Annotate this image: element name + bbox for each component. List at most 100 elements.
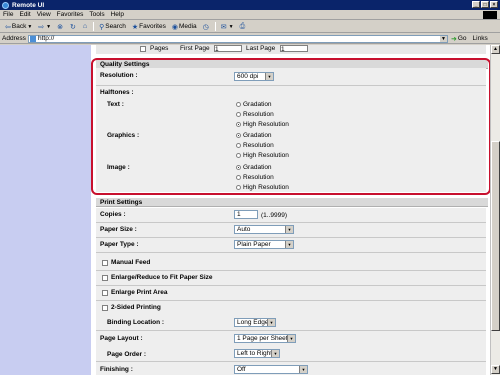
enlarge-reduce-label: Enlarge/Reduce to Fit Paper Size bbox=[111, 274, 213, 281]
forward-button[interactable]: ⇨ ▼ bbox=[35, 22, 54, 32]
last-page-label: Last Page bbox=[246, 45, 276, 52]
toolbar-separator bbox=[214, 22, 216, 31]
print-button[interactable]: ⎙ bbox=[237, 22, 250, 32]
page-order-label: Page Order : bbox=[107, 351, 147, 358]
menu-view[interactable]: View bbox=[34, 11, 54, 18]
paper-size-select[interactable]: Auto ▼ bbox=[234, 225, 294, 234]
forward-arrow-icon: ⇨ bbox=[38, 23, 45, 31]
finishing-label: Finishing : bbox=[100, 366, 133, 373]
divider bbox=[96, 237, 486, 238]
address-value: http:// bbox=[38, 35, 55, 42]
chevron-down-icon: ▼ bbox=[271, 350, 279, 357]
go-arrow-icon: ➜ bbox=[451, 35, 457, 43]
address-input[interactable]: http:// ▼ bbox=[28, 34, 448, 43]
address-bar: Address http:// ▼ ➜ Go Links bbox=[0, 34, 500, 44]
go-button[interactable]: ➜ Go bbox=[451, 35, 467, 43]
window-titlebar: Remote UI _ □ × bbox=[0, 0, 500, 10]
copies-range: (1..9999) bbox=[261, 212, 288, 219]
two-sided-label: 2-Sided Printing bbox=[111, 304, 161, 311]
minimize-button[interactable]: _ bbox=[472, 1, 480, 8]
menu-bar: File Edit View Favorites Tools Help bbox=[0, 10, 500, 20]
page-icon bbox=[30, 35, 36, 42]
menu-file[interactable]: File bbox=[0, 11, 16, 18]
browser-toolbar: ⇦ Back ▼ ⇨ ▼ ⊗ ↻ ⌂ ⚲ Search ★ Favorites ◉ Medi… bbox=[0, 21, 500, 33]
enlarge-reduce-checkbox[interactable]: Enlarge/Reduce to Fit Paper Size bbox=[102, 274, 213, 281]
browser-icon bbox=[2, 1, 9, 9]
enlarge-print-area-checkbox[interactable]: Enlarge Print Area bbox=[102, 289, 167, 296]
close-button[interactable]: × bbox=[490, 1, 498, 8]
divider bbox=[96, 270, 486, 271]
toolbar-separator bbox=[93, 22, 95, 31]
checkbox-icon bbox=[102, 259, 108, 266]
favorites-button[interactable]: ★ Favorites bbox=[129, 22, 169, 32]
finishing-select[interactable]: Off ▼ bbox=[234, 365, 308, 374]
scroll-up-icon[interactable]: ▲ bbox=[491, 45, 500, 54]
chevron-down-icon: ▼ bbox=[267, 319, 275, 326]
history-icon: ◷ bbox=[202, 23, 209, 31]
search-icon: ⚲ bbox=[99, 23, 105, 31]
links-button[interactable]: Links bbox=[473, 35, 488, 42]
checkbox-icon bbox=[102, 274, 108, 281]
chevron-down-icon: ▼ bbox=[46, 23, 52, 30]
page-range-row: Pages First Page 1 Last Page 1 bbox=[96, 45, 486, 54]
pages-checkbox[interactable] bbox=[140, 46, 146, 52]
first-page-input[interactable]: 1 bbox=[214, 45, 242, 53]
enlarge-print-area-label: Enlarge Print Area bbox=[111, 289, 168, 296]
mail-icon: ✉ bbox=[220, 23, 227, 31]
paper-size-label: Paper Size : bbox=[100, 226, 137, 233]
chevron-down-icon: ▼ bbox=[27, 23, 33, 30]
menu-favorites[interactable]: Favorites bbox=[54, 11, 87, 18]
first-page-label: First Page bbox=[180, 45, 210, 52]
paper-type-select[interactable]: Plain Paper ▼ bbox=[234, 240, 294, 249]
divider bbox=[96, 222, 486, 223]
scrollbar-thumb[interactable] bbox=[491, 141, 500, 331]
chevron-down-icon[interactable]: ▼ bbox=[440, 35, 447, 42]
checkbox-icon bbox=[102, 289, 108, 296]
two-sided-checkbox[interactable]: 2-Sided Printing bbox=[102, 304, 161, 311]
favorites-label: Favorites bbox=[139, 23, 166, 30]
checkbox-icon bbox=[102, 304, 108, 311]
media-button[interactable]: ◉ Media bbox=[169, 22, 200, 32]
go-label: Go bbox=[457, 35, 467, 42]
back-button[interactable]: ⇦ Back ▼ bbox=[2, 22, 35, 32]
manual-feed-checkbox[interactable]: Manual Feed bbox=[102, 259, 150, 266]
divider bbox=[96, 285, 486, 286]
menu-tools[interactable]: Tools bbox=[86, 11, 107, 18]
paper-size-value: Auto bbox=[237, 226, 251, 233]
history-button[interactable]: ◷ bbox=[200, 22, 213, 32]
page-order-select[interactable]: Left to Right ▼ bbox=[234, 349, 280, 358]
divider bbox=[96, 330, 486, 331]
home-button[interactable]: ⌂ bbox=[80, 22, 91, 32]
window-title: Remote UI bbox=[12, 1, 45, 9]
divider bbox=[96, 252, 486, 253]
star-icon: ★ bbox=[131, 23, 139, 31]
back-label: Back bbox=[11, 23, 27, 30]
refresh-button[interactable]: ↻ bbox=[67, 22, 80, 32]
chevron-down-icon: ▼ bbox=[285, 226, 293, 233]
print-settings-header: Print Settings bbox=[96, 198, 488, 207]
search-button[interactable]: ⚲ Search bbox=[96, 22, 129, 32]
maximize-button[interactable]: □ bbox=[481, 1, 489, 8]
page-layout-value: 1 Page per Sheet bbox=[237, 335, 288, 342]
binding-location-label: Binding Location : bbox=[107, 319, 165, 326]
printer-icon: ⎙ bbox=[239, 22, 246, 30]
page-layout-select[interactable]: 1 Page per Sheet ▼ bbox=[234, 334, 296, 343]
vertical-scrollbar[interactable]: ▲ ▼ bbox=[490, 45, 500, 375]
stop-button[interactable]: ⊗ bbox=[54, 22, 67, 32]
chevron-down-icon: ▼ bbox=[287, 335, 295, 342]
stop-icon: ⊗ bbox=[57, 23, 63, 31]
menu-edit[interactable]: Edit bbox=[16, 11, 33, 18]
copies-label: Copies : bbox=[100, 211, 126, 218]
divider bbox=[96, 300, 486, 301]
highlight-frame bbox=[91, 58, 490, 195]
mail-button[interactable]: ✉ ▼ bbox=[218, 22, 237, 32]
binding-location-select[interactable]: Long Edge ▼ bbox=[234, 318, 276, 327]
left-navigation-pane bbox=[0, 45, 91, 375]
chevron-down-icon: ▼ bbox=[285, 241, 293, 248]
page-layout-label: Page Layout : bbox=[100, 335, 143, 342]
scroll-down-icon[interactable]: ▼ bbox=[491, 365, 500, 374]
last-page-input[interactable]: 1 bbox=[280, 45, 308, 53]
menu-help[interactable]: Help bbox=[108, 11, 127, 18]
copies-input[interactable]: 1 bbox=[234, 210, 258, 219]
windows-logo-icon bbox=[483, 11, 497, 19]
